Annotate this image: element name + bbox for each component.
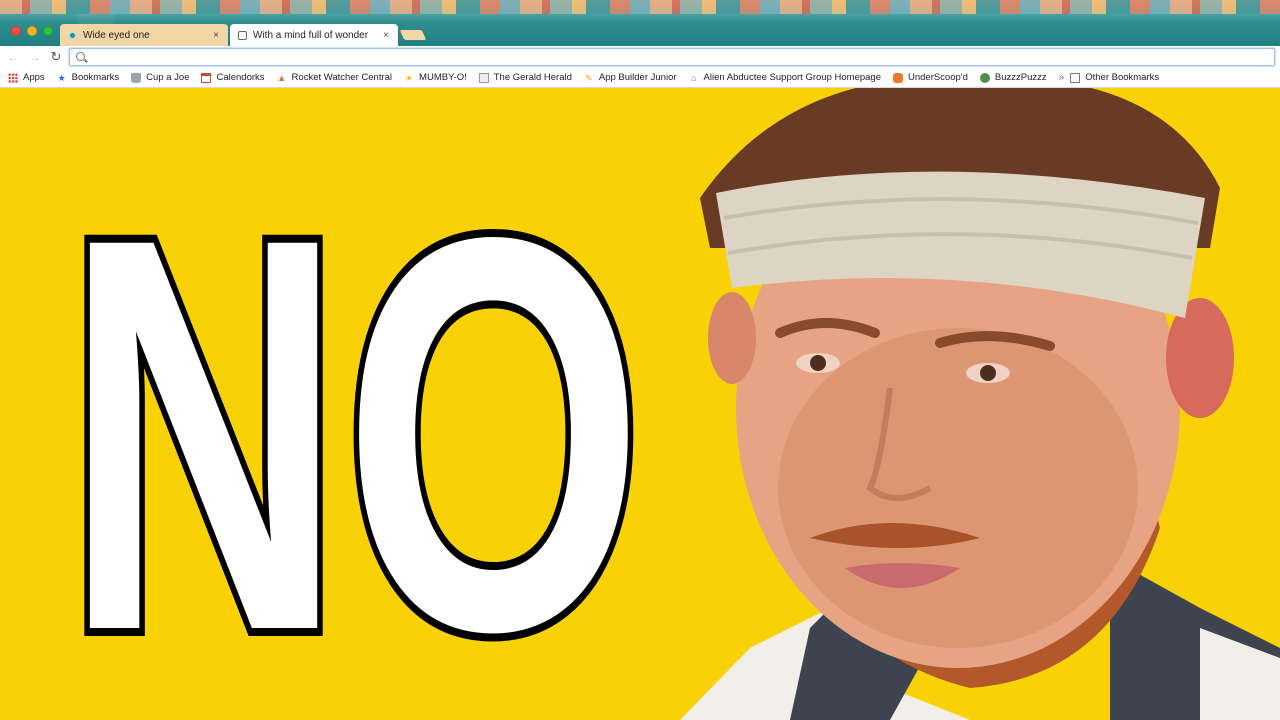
tab-favicon-icon bbox=[238, 30, 247, 40]
new-tab-button[interactable] bbox=[399, 30, 427, 40]
apps-grid-icon bbox=[8, 72, 18, 83]
bookmark-label: Cup a Joe bbox=[146, 72, 190, 83]
window-close-button[interactable] bbox=[11, 26, 21, 36]
bookmarks-overflow-button[interactable]: » bbox=[1059, 72, 1065, 83]
bookmark-the-gerald-herald[interactable]: The Gerald Herald bbox=[478, 72, 572, 83]
bookmark-mumby-o[interactable]: ★ MUMBY-O! bbox=[404, 72, 467, 83]
bookmark-bookmarks[interactable]: ★ Bookmarks bbox=[57, 72, 120, 83]
bookmark-label: Alien Abductee Support Group Homepage bbox=[703, 72, 881, 83]
browser-chrome: Wide eyed one × With a mind full of wond… bbox=[0, 0, 1280, 88]
bookmarks-bar: Apps ★ Bookmarks Cup a Joe Calendorks ▲ … bbox=[0, 68, 1280, 88]
reload-icon[interactable]: ↻ bbox=[49, 50, 63, 64]
bookmark-alien-abductee-support-group[interactable]: ⌂ Alien Abductee Support Group Homepage bbox=[689, 72, 881, 83]
window-minimize-button[interactable] bbox=[27, 26, 37, 36]
folder-icon bbox=[1070, 72, 1081, 83]
bookmark-calendorks[interactable]: Calendorks bbox=[201, 72, 265, 83]
address-input[interactable] bbox=[90, 49, 1260, 65]
bookmark-label: Bookmarks bbox=[71, 72, 120, 83]
tab-with-a-mind-full-of-wonder[interactable]: With a mind full of wonder × bbox=[230, 24, 398, 46]
tab-close-icon[interactable]: × bbox=[378, 30, 394, 41]
star-icon: ★ bbox=[57, 72, 66, 83]
search-icon bbox=[76, 52, 85, 61]
page-content: NO bbox=[0, 88, 1280, 720]
pencil-icon: ✎ bbox=[585, 72, 593, 83]
bookmark-label: Calendorks bbox=[216, 72, 265, 83]
star-yellow-icon: ★ bbox=[405, 72, 414, 83]
bookmark-label: MUMBY-O! bbox=[419, 72, 467, 83]
headline-no: NO bbox=[56, 113, 652, 720]
tab-favicon-icon bbox=[68, 30, 77, 40]
other-bookmarks-folder[interactable]: Other Bookmarks bbox=[1070, 72, 1159, 83]
address-bar[interactable] bbox=[69, 48, 1275, 66]
tab-title: Wide eyed one bbox=[83, 29, 150, 41]
calendar-icon bbox=[201, 72, 212, 83]
bookmark-label: BuzzzPuzzz bbox=[994, 72, 1047, 83]
bookmark-label: The Gerald Herald bbox=[493, 72, 572, 83]
bookmark-label: Other Bookmarks bbox=[1085, 72, 1160, 83]
bookmark-cup-a-joe[interactable]: Cup a Joe bbox=[131, 72, 189, 83]
tab-wide-eyed-one[interactable]: Wide eyed one × bbox=[60, 24, 228, 46]
bookmark-buzzzpuzzz[interactable]: BuzzzPuzzz bbox=[979, 72, 1047, 83]
rocket-icon: ▲ bbox=[277, 72, 286, 83]
bee-icon bbox=[979, 72, 990, 83]
fox-icon bbox=[892, 72, 903, 83]
tab-close-icon[interactable]: × bbox=[208, 30, 224, 41]
tab-title: With a mind full of wonder bbox=[253, 29, 369, 41]
newspaper-icon bbox=[478, 72, 489, 83]
bookmark-label: Apps bbox=[23, 72, 45, 83]
back-arrow-icon[interactable]: ← bbox=[6, 50, 20, 64]
bookmark-label: UnderScoop'd bbox=[907, 72, 968, 83]
ufo-icon: ⌂ bbox=[690, 72, 697, 83]
window-zoom-button[interactable] bbox=[43, 26, 53, 36]
forward-arrow-icon[interactable]: → bbox=[28, 50, 42, 64]
bookmark-apps[interactable]: Apps bbox=[8, 72, 45, 83]
headline-text: NO bbox=[64, 121, 644, 720]
man-with-headband-photo bbox=[680, 88, 1280, 720]
bookmark-underscoopd[interactable]: UnderScoop'd bbox=[892, 72, 968, 83]
tab-strip: Wide eyed one × With a mind full of wond… bbox=[0, 0, 1280, 46]
bookmark-app-builder-junior[interactable]: ✎ App Builder Junior bbox=[584, 72, 677, 83]
bookmark-label: Rocket Watcher Central bbox=[291, 72, 393, 83]
bookmark-rocket-watcher-central[interactable]: ▲ Rocket Watcher Central bbox=[277, 72, 393, 83]
cup-icon bbox=[131, 72, 142, 83]
bookmark-label: App Builder Junior bbox=[598, 72, 677, 83]
toolbar: ← → ↻ bbox=[0, 46, 1280, 68]
